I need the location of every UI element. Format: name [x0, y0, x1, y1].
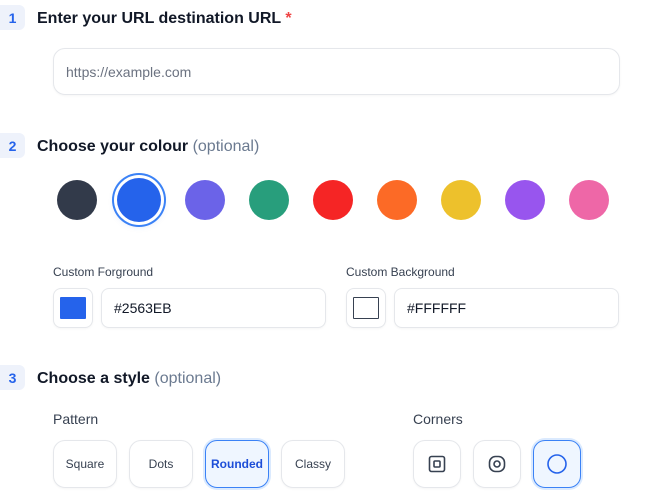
foreground-color-picker[interactable]: [53, 288, 93, 328]
step-3-title: Choose a style (optional): [37, 370, 221, 388]
step-2-title-text: Choose your colour: [37, 138, 189, 155]
foreground-hex-input[interactable]: #2563EB: [101, 288, 326, 328]
pattern-rounded-button[interactable]: Rounded: [205, 440, 269, 488]
rounded-corner-icon: [488, 455, 506, 473]
pattern-classy-button[interactable]: Classy: [281, 440, 345, 488]
step-3-optional: (optional): [154, 370, 222, 387]
swatch-indigo[interactable]: [185, 180, 225, 220]
pattern-square-button[interactable]: Square: [53, 440, 117, 488]
swatch-yellow[interactable]: [441, 180, 481, 220]
background-color-preview: [353, 297, 379, 319]
circle-corner-icon: [547, 454, 567, 474]
swatch-slate[interactable]: [57, 180, 97, 220]
step-2-title: Choose your colour (optional): [37, 138, 259, 156]
swatch-red[interactable]: [313, 180, 353, 220]
foreground-color-preview: [60, 297, 86, 319]
background-hex-input[interactable]: #FFFFFF: [394, 288, 619, 328]
corner-rounded-button[interactable]: [473, 440, 521, 488]
pattern-dots-button[interactable]: Dots: [129, 440, 193, 488]
pattern-label: Pattern: [53, 411, 99, 427]
custom-foreground-label: Custom Forground: [53, 265, 154, 279]
corner-circle-button[interactable]: [533, 440, 581, 488]
custom-background-label: Custom Background: [346, 265, 455, 279]
corners-label: Corners: [413, 411, 463, 427]
swatch-purple[interactable]: [505, 180, 545, 220]
swatch-blue[interactable]: [117, 178, 161, 222]
swatch-pink[interactable]: [569, 180, 609, 220]
swatch-orange[interactable]: [377, 180, 417, 220]
step-3-title-text: Choose a style: [37, 370, 150, 387]
step-1-badge: 1: [0, 5, 25, 30]
step-3-badge: 3: [0, 365, 25, 390]
corner-square-button[interactable]: [413, 440, 461, 488]
square-corner-icon: [428, 455, 446, 473]
background-color-picker[interactable]: [346, 288, 386, 328]
url-input[interactable]: [53, 48, 620, 95]
swatch-green[interactable]: [249, 180, 289, 220]
step-1-title-text: Enter your URL destination URL: [37, 10, 281, 27]
required-mark: *: [285, 10, 292, 27]
step-1-title: Enter your URL destination URL *: [37, 10, 292, 28]
step-2-badge: 2: [0, 133, 25, 158]
step-2-optional: (optional): [192, 138, 260, 155]
